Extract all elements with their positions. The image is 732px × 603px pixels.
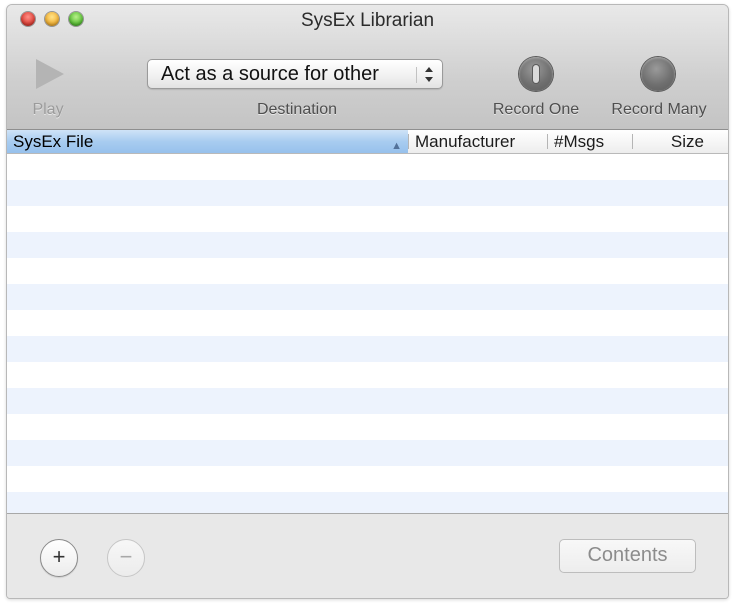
destination-value: Act as a source for other <box>161 63 379 85</box>
table-row[interactable] <box>7 232 728 258</box>
add-button[interactable]: + <box>40 539 78 577</box>
sysex-file-list[interactable] <box>7 154 728 518</box>
column-label-manufacturer: Manufacturer <box>415 132 516 151</box>
column-label-msgs: #Msgs <box>554 132 605 151</box>
window-title: SysEx Librarian <box>300 10 435 31</box>
record-many-button[interactable] <box>641 57 675 91</box>
plus-icon: + <box>52 544 66 569</box>
record-one-button[interactable] <box>519 57 553 91</box>
table-row[interactable] <box>7 154 728 180</box>
record-one-label: Record One <box>492 101 580 118</box>
destination-label: Destination <box>256 101 338 118</box>
table-row[interactable] <box>7 258 728 284</box>
table-row[interactable] <box>7 310 728 336</box>
table-row[interactable] <box>7 388 728 414</box>
titlebar-toolbar: SysEx Librarian Play Act as a source for… <box>7 5 728 130</box>
minus-icon: − <box>119 544 133 569</box>
play-button[interactable] <box>25 53 71 95</box>
record-many-label: Record Many <box>611 101 707 118</box>
up-down-arrows-icon <box>425 67 433 82</box>
bottom-bar: + − Contents <box>7 513 728 598</box>
table-header: SysEx File ▲ Manufacturer #Msgs Size <box>7 130 728 154</box>
column-header-msgs[interactable]: #Msgs <box>548 130 632 153</box>
contents-button[interactable]: Contents <box>559 539 696 573</box>
play-icon <box>36 59 64 89</box>
record-many-icon <box>641 57 675 91</box>
table-row[interactable] <box>7 466 728 492</box>
table-row[interactable] <box>7 180 728 206</box>
record-one-icon <box>533 65 539 83</box>
table-row[interactable] <box>7 284 728 310</box>
remove-button[interactable]: − <box>107 539 145 577</box>
sysex-librarian-window: SysEx Librarian Play Act as a source for… <box>6 4 729 599</box>
column-label-sysex-file: SysEx File <box>13 132 94 151</box>
column-header-size[interactable]: Size <box>633 130 728 153</box>
popup-divider <box>416 67 417 83</box>
table-row[interactable] <box>7 440 728 466</box>
table-row[interactable] <box>7 336 728 362</box>
column-label-size: Size <box>670 132 704 151</box>
column-header-manufacturer[interactable]: Manufacturer <box>409 130 547 153</box>
destination-popup[interactable]: Act as a source for other <box>147 59 443 89</box>
column-header-sysex-file[interactable]: SysEx File ▲ <box>7 130 408 153</box>
play-label: Play <box>32 101 64 118</box>
table-row[interactable] <box>7 362 728 388</box>
table-row[interactable] <box>7 206 728 232</box>
table-row[interactable] <box>7 414 728 440</box>
